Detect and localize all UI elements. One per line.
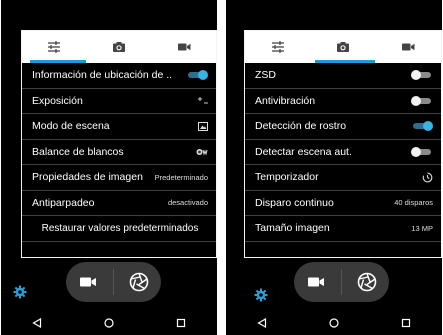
capture-controls	[66, 262, 161, 302]
setting-label: Detectar escena aut.	[255, 145, 352, 158]
home-button[interactable]	[99, 313, 119, 333]
settings-panel: Información de ubicación de .. Exposició…	[21, 30, 217, 258]
settings-panel: ZSD Antivibración Detección de rostro De…	[244, 30, 442, 258]
back-button[interactable]	[27, 313, 47, 333]
camera-icon	[336, 42, 349, 52]
white-balance-icon	[196, 148, 208, 156]
setting-label: ZSD	[255, 69, 276, 82]
aperture-icon	[130, 272, 149, 292]
zsd-toggle[interactable]	[411, 70, 433, 81]
setting-label: Detección de rostro	[255, 120, 347, 133]
antishake-toggle[interactable]	[411, 95, 433, 106]
tab-general[interactable]	[22, 31, 87, 63]
gear-icon[interactable]	[254, 288, 268, 307]
video-camera-icon	[79, 277, 96, 287]
restore-defaults-label: Restaurar valores predeterminados	[41, 222, 199, 234]
aperture-icon	[358, 272, 377, 292]
controls-divider	[112, 269, 114, 295]
tab-general[interactable]	[245, 31, 310, 63]
setting-value: 40 disparos	[394, 198, 433, 208]
setting-auto-scene[interactable]: Detectar escena aut.	[245, 140, 441, 165]
camera-screen-general-settings: Información de ubicación de .. Exposició…	[1, 0, 217, 335]
setting-label: Propiedades de imagen	[32, 171, 143, 184]
adjustments-icon	[271, 41, 284, 53]
shutter-button[interactable]	[121, 264, 157, 300]
camera-icon	[113, 42, 125, 52]
setting-burst-shot[interactable]: Disparo continuo 40 disparos	[245, 191, 441, 216]
setting-label: Disparo continuo	[255, 196, 334, 209]
shutter-button[interactable]	[349, 264, 385, 300]
tab-video[interactable]	[376, 31, 441, 63]
tab-photo[interactable]	[310, 31, 375, 63]
video-camera-icon	[402, 43, 415, 51]
tab-video[interactable]	[151, 31, 216, 63]
back-button[interactable]	[252, 313, 272, 333]
home-button[interactable]	[324, 313, 344, 333]
system-navbar	[1, 310, 217, 335]
camera-screen-photo-settings: ZSD Antivibración Detección de rostro De…	[226, 0, 442, 335]
location-info-toggle[interactable]	[186, 70, 208, 81]
setting-label: Exposición	[32, 94, 83, 107]
setting-location-info[interactable]: Información de ubicación de ..	[22, 63, 216, 89]
tab-photo[interactable]	[87, 31, 152, 63]
setting-image-properties[interactable]: Propiedades de imagen Predeterminado	[22, 165, 216, 191]
video-camera-icon	[307, 277, 324, 287]
video-mode-button[interactable]	[70, 264, 106, 300]
settings-tabbar	[245, 31, 441, 63]
setting-label: Información de ubicación de ..	[32, 69, 173, 82]
face-detection-toggle[interactable]	[411, 121, 433, 132]
adjustments-icon	[48, 41, 61, 53]
setting-exposure[interactable]: Exposición	[22, 89, 216, 114]
recents-icon	[401, 318, 411, 327]
active-tab-indicator	[315, 60, 375, 63]
back-icon	[32, 317, 42, 328]
back-icon	[257, 317, 267, 328]
setting-zsd[interactable]: ZSD	[245, 63, 441, 89]
capture-controls	[294, 262, 389, 302]
gear-icon[interactable]	[13, 285, 27, 304]
restore-defaults-button[interactable]: Restaurar valores predeterminados	[22, 216, 216, 242]
home-icon	[104, 317, 114, 328]
setting-value: 13 MP	[411, 223, 433, 233]
controls-divider	[340, 269, 342, 295]
video-camera-icon	[177, 43, 191, 51]
setting-white-balance[interactable]: Balance de blancos	[22, 140, 216, 165]
recents-icon	[176, 318, 186, 327]
setting-scene-mode[interactable]: Modo de escena	[22, 114, 216, 140]
settings-tabbar	[22, 31, 216, 63]
setting-label: Antivibración	[255, 94, 316, 107]
auto-scene-toggle[interactable]	[411, 146, 433, 157]
scene-mode-icon	[198, 121, 208, 131]
setting-label: Tamaño imagen	[255, 222, 330, 235]
setting-antiflicker[interactable]: Antiparpadeo desactivado	[22, 191, 216, 216]
setting-label: Antiparpadeo	[32, 196, 95, 209]
home-icon	[329, 317, 339, 328]
video-mode-button[interactable]	[298, 264, 334, 300]
setting-image-size[interactable]: Tamaño imagen 13 MP	[245, 216, 441, 242]
setting-value: Predeterminado	[154, 172, 208, 182]
recents-button[interactable]	[396, 313, 416, 333]
recents-button[interactable]	[171, 313, 191, 333]
setting-label: Temporizador	[255, 171, 319, 184]
timer-icon	[422, 172, 433, 183]
exposure-icon	[198, 96, 208, 104]
active-tab-indicator	[30, 60, 86, 63]
setting-timer[interactable]: Temporizador	[245, 165, 441, 191]
system-navbar	[226, 310, 442, 335]
setting-antishake[interactable]: Antivibración	[245, 89, 441, 114]
setting-face-detection[interactable]: Detección de rostro	[245, 114, 441, 140]
setting-label: Modo de escena	[32, 120, 110, 133]
setting-label: Balance de blancos	[32, 145, 124, 158]
setting-value: desactivado	[167, 198, 208, 208]
